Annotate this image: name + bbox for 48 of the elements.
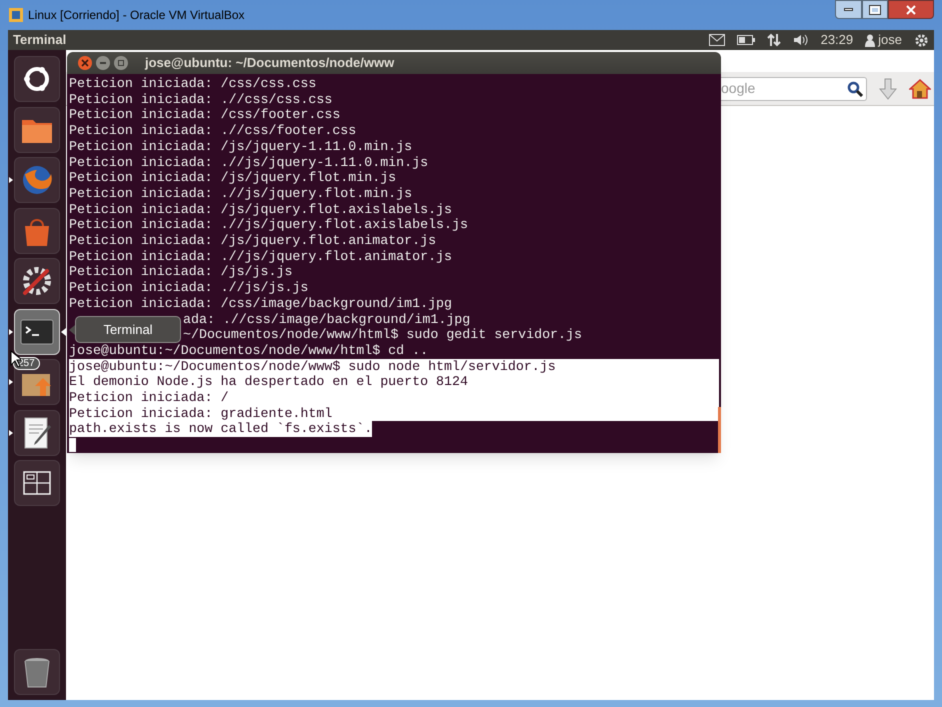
power-gear-icon[interactable] xyxy=(914,32,929,48)
terminal-line: Peticion iniciada: /css/footer.css xyxy=(69,107,340,124)
terminal-line: Peticion iniciada: .//css/footer.css xyxy=(69,123,356,139)
terminal-line: Peticion iniciada: /js/jquery.flot.axislabels.js xyxy=(69,202,452,218)
window-title: jose@ubuntu: ~/Documentos/node/www xyxy=(145,54,394,72)
terminal-line: Peticion iniciada: /css/css.css xyxy=(69,76,316,92)
launcher-item[interactable] xyxy=(14,258,60,304)
network-arrows-icon[interactable] xyxy=(766,33,781,47)
terminal-line: Peticion iniciada: .//css/css.css xyxy=(69,92,332,108)
app-name: Terminal xyxy=(13,31,66,50)
launcher-item[interactable] xyxy=(14,460,60,506)
terminal-line: Peticion iniciada: /js/jquery.flot.min.js xyxy=(69,170,396,186)
window-title: Linux [Corriendo] - Oracle VM VirtualBox xyxy=(28,7,245,24)
terminal-line: Peticion iniciada: /js/jquery-1.11.0.min.js xyxy=(69,138,412,155)
volume-icon[interactable] xyxy=(792,33,809,47)
scrollbar-thumb[interactable] xyxy=(718,407,721,453)
text-cursor xyxy=(69,438,76,452)
maximize-button[interactable] xyxy=(862,0,888,19)
launcher-item[interactable] xyxy=(14,56,60,102)
terminal-line: ~/Documentos/node/www/html$ sudo gedit servidor.js xyxy=(183,327,582,343)
close-button[interactable] xyxy=(78,56,92,70)
launcher-item[interactable] xyxy=(14,649,60,695)
terminal-line: Peticion iniciada: .//js/jquery-1.11.0.min.js xyxy=(69,154,428,170)
user-name[interactable]: jose xyxy=(878,30,902,50)
terminal-line: ada: .//css/image/background/im1.jpg xyxy=(183,312,470,328)
tooltip: Terminal xyxy=(75,316,181,343)
terminal-line: Peticion iniciada: /js/jquery.flot.animator.js xyxy=(69,233,436,249)
close-icon xyxy=(906,4,916,14)
user-icon xyxy=(865,34,876,46)
minimize-button[interactable] xyxy=(96,56,110,70)
minimize-button[interactable] xyxy=(835,0,862,19)
launcher-item[interactable] xyxy=(14,106,60,152)
close-icon xyxy=(81,59,89,67)
search-icon[interactable] xyxy=(847,80,863,96)
terminal-line: Peticion iniciada: /js/js.js xyxy=(69,264,292,280)
home-icon[interactable] xyxy=(909,78,931,100)
terminal-line: Peticion iniciada: .//js/js.js xyxy=(69,280,308,296)
terminal-line: Peticion iniciada: /css/image/background/im1.jpg xyxy=(69,296,452,312)
battery-icon[interactable] xyxy=(736,35,755,45)
close-button[interactable] xyxy=(888,0,934,19)
terminal-line: Peticion iniciada: .//js/jquery.flot.axislabels.js xyxy=(69,217,468,234)
terminal-line: Peticion iniciada: .//js/jquery.flot.animator.js xyxy=(69,248,452,264)
clock[interactable]: 23:29 xyxy=(820,30,854,50)
terminal-line: jose@ubuntu:~/Documentos/node/www/html$ cd .. xyxy=(69,342,428,359)
terminal-line: Peticion iniciada: .//js/jquery.flot.min.js xyxy=(69,186,412,202)
launcher-item[interactable] xyxy=(14,410,60,456)
mail-icon[interactable] xyxy=(708,34,725,46)
virtualbox-icon xyxy=(8,7,24,23)
